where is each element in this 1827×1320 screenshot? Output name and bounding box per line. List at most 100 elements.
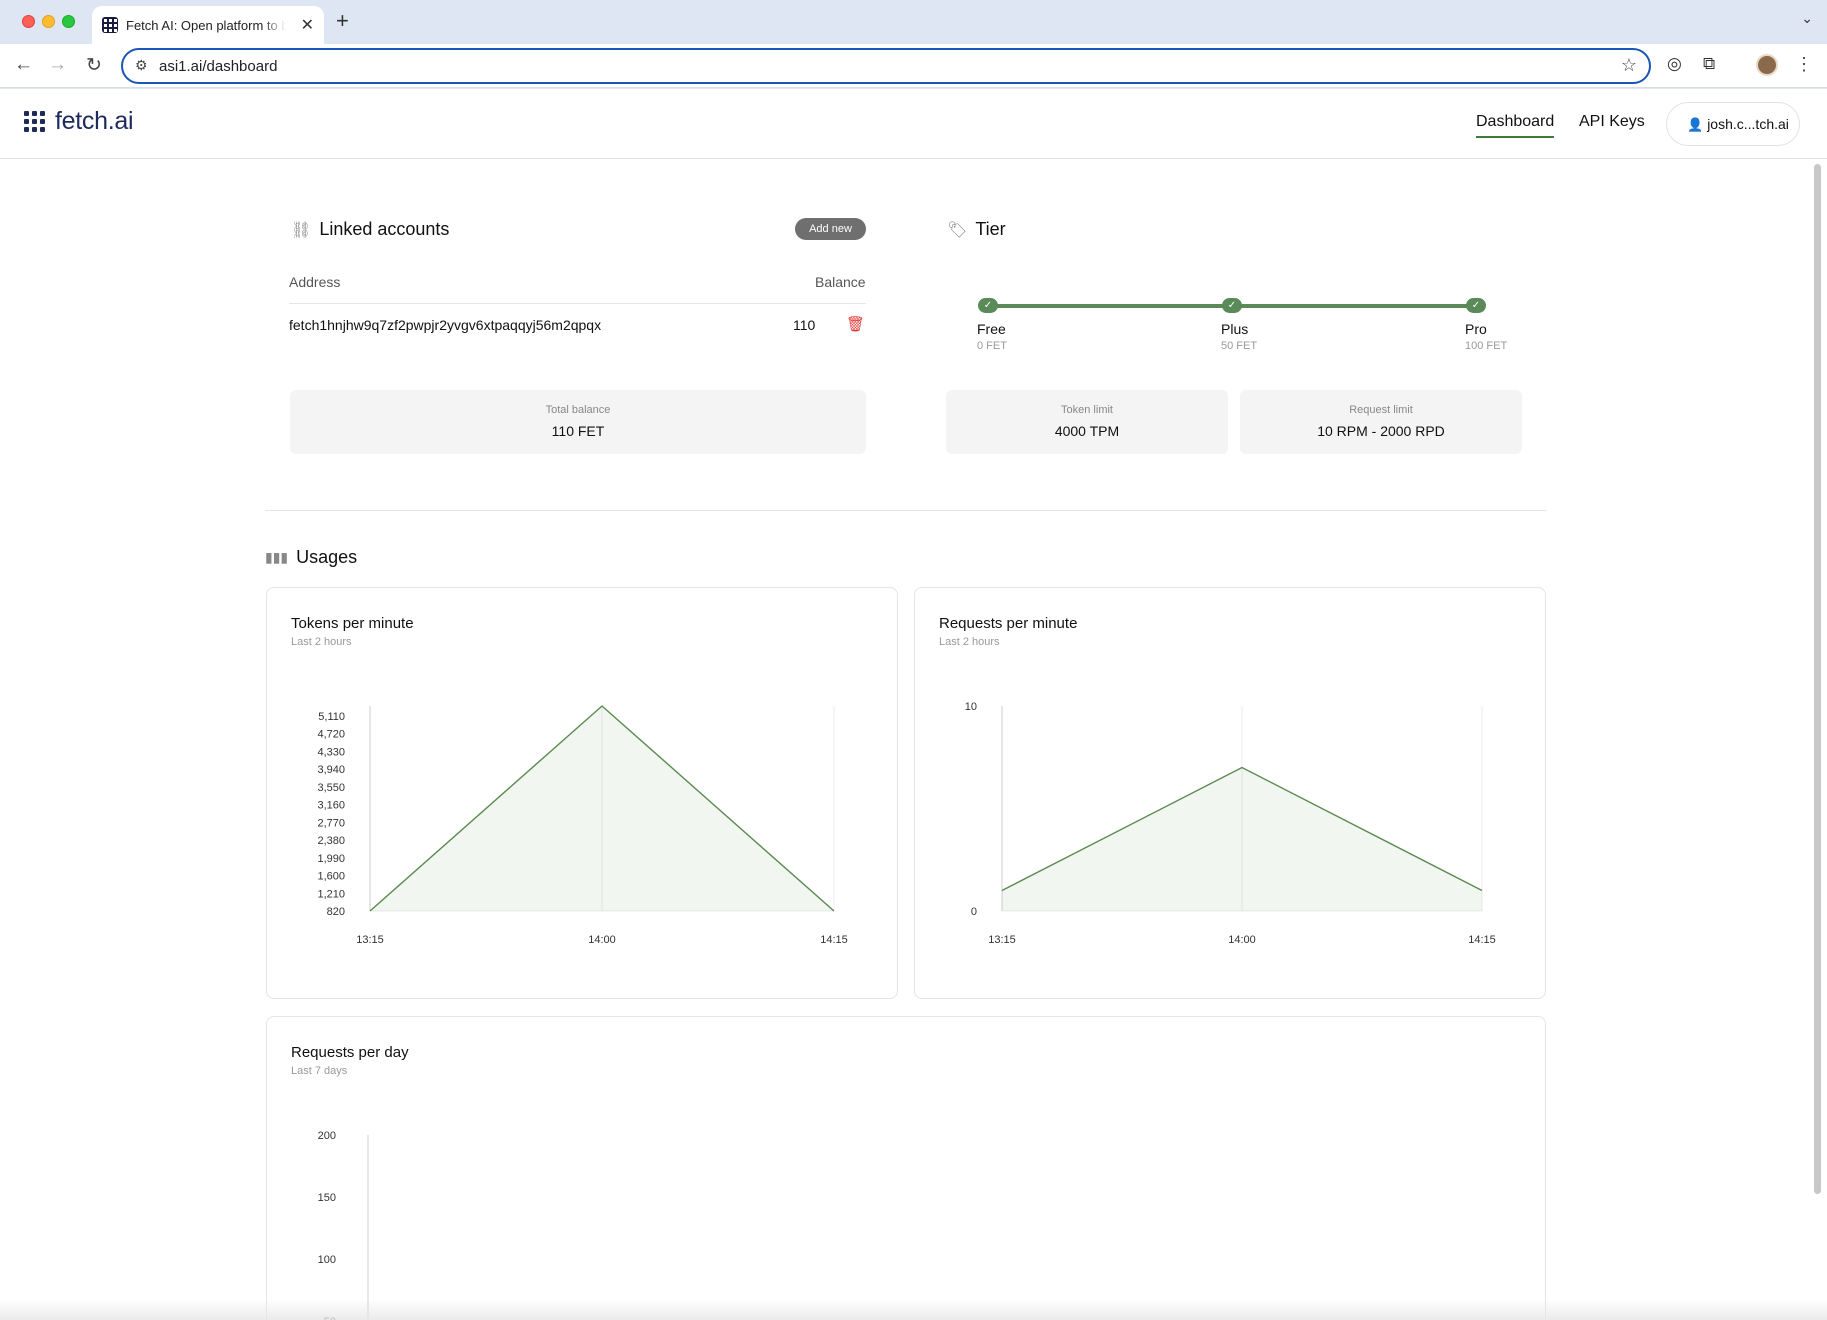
usages-title: Usages — [296, 547, 358, 567]
requests-day-chart: 50100150200 — [318, 1130, 369, 1320]
tier-free-price: 0 FET — [977, 340, 1007, 352]
tokens-per-minute-card: Tokens per minute Last 2 hours 820 1,210 1… — [266, 587, 898, 999]
token-limit-value: 4000 TPM — [1054, 423, 1120, 439]
x-tick-label: 13:15 — [988, 934, 1016, 946]
fetch-favicon-icon — [102, 17, 118, 33]
balance-column-header: Balance — [815, 274, 866, 290]
new-tab-icon[interactable]: + — [336, 8, 349, 34]
request-limit-label: Request limit — [1349, 404, 1413, 416]
close-icon[interactable]: ✕ — [301, 15, 314, 35]
requests-per-day-card: Requests per day Last 7 days 50100150200 — [266, 1016, 1546, 1320]
x-tick-label: 14:00 — [588, 934, 616, 946]
address-bar[interactable]: ⚙ asi1.ai/dashboard ☆ — [121, 48, 1651, 84]
y-tick-label: 3,550 — [317, 782, 345, 794]
reload-icon[interactable]: ↻ — [86, 54, 102, 77]
back-arrow-icon[interactable]: ← — [14, 54, 33, 76]
site-settings-icon[interactable]: ⚙ — [135, 57, 148, 74]
browser-tab-bar: Fetch AI: Open platform to build ✕ + ⌄ — [0, 0, 1827, 44]
y-tick-label: 1,990 — [317, 853, 345, 865]
tier-plus-name: Plus — [1221, 321, 1249, 337]
profile-avatar-icon[interactable] — [1756, 54, 1778, 76]
page-scrollbar[interactable] — [1814, 164, 1821, 1194]
token-limit-box: Token limit 4000 TPM — [946, 390, 1228, 454]
ticket-icon: 🏷 — [947, 221, 968, 239]
tier-heading: 🏷 Tier — [947, 219, 1006, 240]
browser-toolbar: ← → ↻ ⚙ asi1.ai/dashboard ☆ ◎ ⧉ ⋮ — [0, 44, 1827, 88]
total-balance-box: Total balance 110 FET — [290, 390, 866, 454]
series-area — [1002, 767, 1482, 911]
tier-free-name: Free — [977, 321, 1006, 337]
user-icon: 👤 — [1687, 117, 1704, 132]
y-tick-label: 4,330 — [317, 746, 345, 758]
token-limit-label: Token limit — [1061, 404, 1113, 416]
y-tick-label: 820 — [327, 906, 345, 918]
bookmark-star-icon[interactable]: ☆ — [1621, 55, 1637, 76]
x-tick-label: 14:15 — [820, 934, 848, 946]
x-tick-label: 14:00 — [1228, 934, 1256, 946]
close-window-button[interactable] — [22, 15, 35, 28]
tab-title: Fetch AI: Open platform to build — [126, 18, 286, 33]
check-icon: ✓ — [978, 298, 998, 313]
y-tick-label: 10 — [965, 701, 977, 713]
y-tick-label: 3,160 — [317, 800, 345, 812]
total-balance-label: Total balance — [545, 404, 611, 416]
puzzle-extensions-icon[interactable]: ⧉ — [1703, 54, 1715, 74]
x-tick-label: 14:15 — [1468, 934, 1496, 946]
y-tick-label: 4,720 — [317, 729, 345, 741]
total-balance-value: 110 FET — [551, 423, 605, 439]
account-address: fetch1hnjhw9q7zf2pwpjr2yvgv6xtpaqqyj56m2… — [289, 317, 602, 333]
bar-chart-icon: ▮▮▮ — [265, 549, 289, 565]
check-icon: ✓ — [1466, 298, 1486, 313]
user-label: josh.c...tch.ai — [1707, 116, 1789, 132]
linked-accounts-heading: ⛓ Linked accounts — [291, 219, 449, 240]
minimize-window-button[interactable] — [42, 15, 55, 28]
more-menu-icon[interactable]: ⋮ — [1795, 54, 1813, 75]
y-tick-label: 3,940 — [317, 764, 345, 776]
requests-minute-chart: 0 10 13:15 14:00 14:15 — [965, 701, 1496, 946]
y-tick-label: 100 — [318, 1254, 336, 1266]
user-menu-button[interactable]: 👤 josh.c...tch.ai — [1666, 102, 1800, 146]
nav-dashboard[interactable]: Dashboard — [1476, 113, 1555, 138]
page-content: fetch.ai Dashboard API Keys 👤 josh.c...tc… — [0, 89, 1827, 1320]
y-tick-label: 150 — [318, 1192, 336, 1204]
add-new-button[interactable]: Add new — [795, 218, 866, 240]
check-icon: ✓ — [1222, 298, 1242, 313]
logo-text: fetch.ai — [55, 107, 134, 135]
delete-trash-icon[interactable]: 🗑 — [846, 315, 865, 333]
series-area — [370, 706, 834, 911]
chevron-down-icon[interactable]: ⌄ — [1801, 10, 1813, 27]
y-tick-label: 2,770 — [317, 817, 345, 829]
tier-pro-price: 100 FET — [1465, 340, 1508, 352]
requests-per-minute-card: Requests per minute Last 2 hours 0 10 13:1… — [914, 587, 1546, 999]
y-tick-label: 0 — [971, 906, 977, 918]
tier-title: Tier — [975, 219, 1006, 239]
usages-heading: ▮▮▮ Usages — [265, 547, 357, 568]
request-limit-value: 10 RPM - 2000 RPD — [1317, 423, 1445, 439]
linked-accounts-title: Linked accounts — [319, 219, 450, 239]
fetch-logo[interactable]: fetch.ai — [24, 107, 134, 136]
browser-tab[interactable]: Fetch AI: Open platform to build ✕ — [92, 6, 324, 44]
y-tick-label: 200 — [318, 1130, 336, 1142]
site-header: fetch.ai Dashboard API Keys 👤 josh.c...tc… — [0, 89, 1827, 159]
request-limit-box: Request limit 10 RPM - 2000 RPD — [1240, 390, 1522, 454]
table-divider — [289, 303, 866, 304]
forward-arrow-icon[interactable]: → — [48, 54, 67, 76]
x-tick-label: 13:15 — [356, 934, 384, 946]
tier-plus-price: 50 FET — [1221, 340, 1258, 352]
tier-pro-name: Pro — [1465, 321, 1487, 337]
y-tick-label: 1,600 — [317, 871, 345, 883]
y-tick-label: 1,210 — [317, 888, 345, 900]
tokens-chart: 820 1,210 1,600 1,990 2,380 2,770 3,160 3,550 3,… — [317, 705, 848, 946]
nav-api-keys[interactable]: API Keys — [1579, 113, 1645, 131]
maximize-window-button[interactable] — [62, 15, 75, 28]
y-tick-label: 5,110 — [318, 711, 345, 723]
account-balance: 110 — [793, 317, 816, 333]
page-bottom-fade — [0, 1300, 1827, 1320]
extension-icon[interactable]: ◎ — [1667, 54, 1682, 74]
url-text[interactable]: asi1.ai/dashboard — [159, 58, 277, 75]
section-divider — [265, 510, 1546, 511]
logo-grid-icon — [24, 111, 45, 132]
link-icon: ⛓ — [291, 221, 312, 239]
y-tick-label: 2,380 — [317, 835, 345, 847]
address-column-header: Address — [289, 274, 341, 290]
